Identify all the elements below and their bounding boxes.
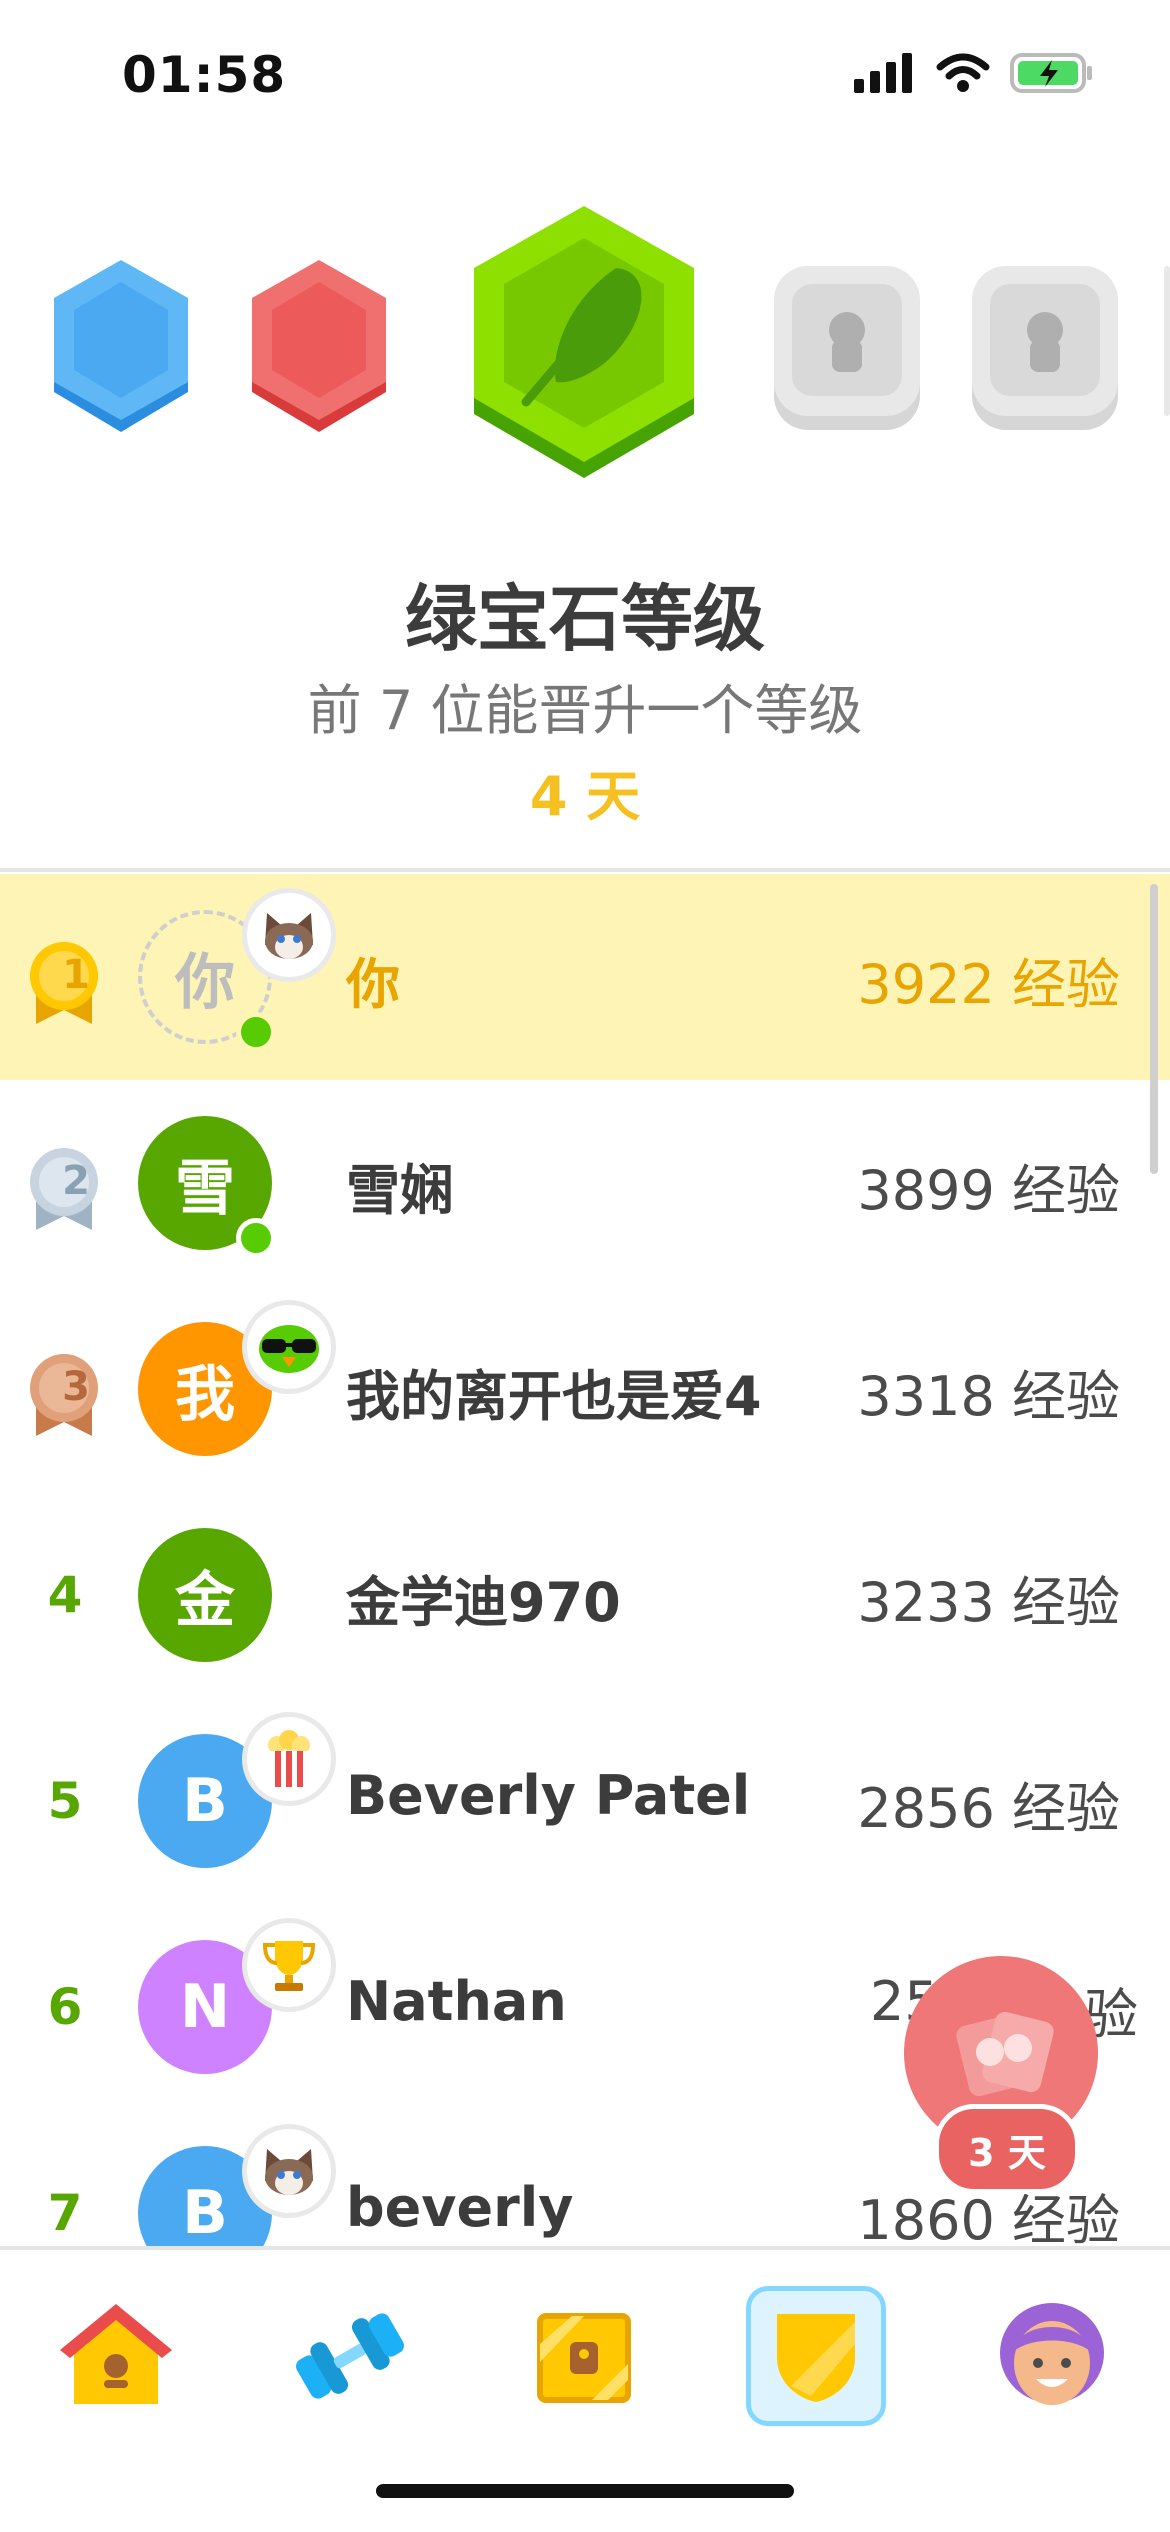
nav-practice[interactable] bbox=[280, 2286, 420, 2426]
home-icon bbox=[60, 2304, 172, 2404]
nav-leaderboard[interactable] bbox=[746, 2286, 886, 2426]
rank-number: 1 bbox=[62, 952, 90, 998]
rank-number: 7 bbox=[47, 2184, 83, 2242]
leaderboard-row[interactable]: 5 B Beverly Patel 2856 经验 bbox=[0, 1698, 1170, 1904]
leaderboard-row[interactable]: 4 金 金学迪970 3233 经验 bbox=[0, 1492, 1170, 1698]
rank-number: 2 bbox=[62, 1158, 90, 1204]
user-xp: 3899 经验 bbox=[857, 1159, 1120, 1222]
rank-number: 3 bbox=[62, 1364, 90, 1410]
locked-league-badge-icon bbox=[972, 266, 1118, 430]
status-bar: 01:58 bbox=[0, 0, 1170, 140]
chest-timer-badge[interactable]: 3 天 bbox=[934, 2104, 1080, 2194]
user-name: Nathan bbox=[346, 1970, 567, 2033]
user-name: beverly bbox=[346, 2176, 574, 2239]
ruby-league-badge-icon bbox=[252, 260, 386, 432]
online-indicator bbox=[236, 1012, 276, 1052]
avatar-initial: 金 bbox=[175, 1565, 235, 1636]
league-subtitle: 前 7 位能晋升一个等级 bbox=[307, 679, 863, 742]
rank-number: 4 bbox=[47, 1566, 83, 1624]
rank-number: 6 bbox=[47, 1978, 83, 2036]
locked-league-badge-partial bbox=[1164, 266, 1170, 416]
cat-sticker-icon bbox=[242, 2124, 336, 2218]
avatar-initial: B bbox=[182, 1766, 228, 1836]
leaderboard-row[interactable]: 1 你 你 3922 经验 bbox=[0, 874, 1170, 1080]
user-xp: 3318 经验 bbox=[857, 1365, 1120, 1428]
rank-number: 5 bbox=[47, 1772, 83, 1830]
avatar-initial: 雪 bbox=[175, 1153, 235, 1224]
avatar-initial: B bbox=[182, 2178, 228, 2246]
league-days-left: 4 天 bbox=[529, 765, 641, 828]
battery-charging-icon bbox=[1010, 53, 1092, 93]
cat-sticker-icon bbox=[242, 888, 336, 982]
status-icons bbox=[854, 52, 1094, 94]
cellular-signal-icon bbox=[854, 53, 912, 93]
user-xp: 2856 经验 bbox=[857, 1777, 1120, 1840]
trophy-sticker-icon bbox=[242, 1918, 336, 2012]
user-name: 你 bbox=[346, 953, 400, 1016]
wifi-icon bbox=[936, 53, 990, 92]
avatar[interactable]: 金 bbox=[138, 1528, 272, 1662]
home-indicator bbox=[376, 2484, 794, 2498]
user-name: 我的离开也是爱4 bbox=[346, 1365, 762, 1428]
practice-dumbbell-icon bbox=[296, 2313, 404, 2399]
user-xp: 3233 经验 bbox=[857, 1571, 1120, 1634]
nav-home[interactable] bbox=[46, 2286, 186, 2426]
user-name: 雪娴 bbox=[346, 1159, 454, 1222]
status-time: 01:58 bbox=[122, 46, 287, 104]
avatar-initial: 我 bbox=[175, 1359, 235, 1430]
bottom-nav bbox=[0, 2250, 1170, 2440]
user-name: 金学迪970 bbox=[346, 1571, 621, 1634]
locked-league-badge-icon bbox=[774, 266, 920, 430]
avatar-initial: 你 bbox=[175, 947, 235, 1018]
leaderboard-row[interactable]: 2 雪 雪娴 3899 经验 bbox=[0, 1080, 1170, 1286]
online-indicator bbox=[236, 1218, 276, 1258]
user-xp: 3922 经验 bbox=[857, 953, 1120, 1016]
avatar-initial: N bbox=[179, 1972, 231, 2042]
popcorn-sticker-icon bbox=[242, 1712, 336, 1806]
leaderboard-row[interactable]: 3 我 我的离开也是爱4 3318 经验 bbox=[0, 1286, 1170, 1492]
treasure-chest-icon bbox=[537, 2313, 631, 2403]
nav-profile[interactable] bbox=[982, 2286, 1122, 2426]
cool-owl-sticker-icon bbox=[242, 1300, 336, 1394]
scrollbar[interactable] bbox=[1150, 884, 1158, 1174]
nav-chest[interactable] bbox=[514, 2286, 654, 2426]
emerald-league-badge-icon bbox=[474, 206, 694, 478]
divider bbox=[0, 868, 1170, 872]
league-title: 绿宝石等级 bbox=[404, 577, 765, 661]
league-badges-carousel[interactable] bbox=[0, 200, 1170, 500]
leaderboard-shield-icon bbox=[777, 2314, 855, 2402]
profile-avatar-icon bbox=[1000, 2303, 1104, 2405]
user-name: Beverly Patel bbox=[346, 1764, 751, 1827]
sapphire-league-badge-icon bbox=[54, 260, 188, 432]
